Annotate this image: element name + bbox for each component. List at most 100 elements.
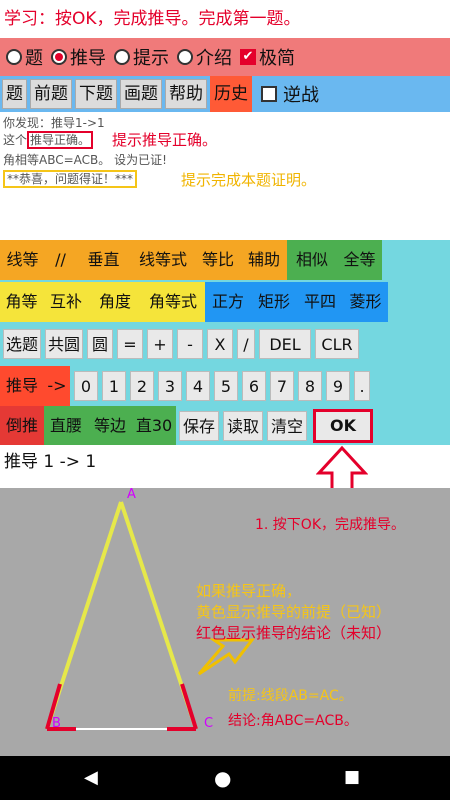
keypad: 线等 // 垂直 线等式 等比 辅助 相似 全等 角等 互补 角度 角等式 正方… (0, 240, 450, 446)
key-concyclic[interactable]: 共圆 (45, 329, 83, 359)
mode-problem[interactable]: 题 (6, 44, 43, 70)
derivation-status: 推导 1 -> 1 (0, 445, 450, 488)
help-button[interactable]: 帮助 (165, 79, 207, 109)
explain-annotation: 黄色显示推导的前提（已知） (196, 603, 392, 621)
key-circle[interactable]: 圆 (87, 329, 113, 359)
key-angle-equation[interactable]: 角等式 (141, 282, 205, 322)
key-digit-3[interactable]: 3 (158, 371, 182, 401)
key-rectangle[interactable]: 矩形 (251, 282, 297, 322)
key-delete[interactable]: DEL (259, 329, 311, 359)
key-angle-measure[interactable]: 角度 (89, 282, 141, 322)
history-button[interactable]: 历史 (210, 76, 252, 112)
key-select-problem[interactable]: 选题 (3, 329, 41, 359)
key-rhombus[interactable]: 菱形 (343, 282, 388, 322)
derivation-correct-box: 推导正确。 (27, 131, 94, 149)
key-digit-4[interactable]: 4 (186, 371, 210, 401)
reverse-toggle[interactable]: 逆战 (261, 81, 319, 107)
key-line-equal[interactable]: 线等 (0, 240, 45, 280)
mode-label: 推导 (70, 48, 106, 69)
conclusion-annotation: 结论:角ABC=ACB。 (228, 713, 358, 729)
vertex-label-c: C (204, 716, 214, 731)
key-arrow[interactable]: -> (44, 366, 70, 406)
hint-correct-annotation: 提示推导正确。 (112, 131, 218, 149)
key-angle-equal[interactable]: 角等 (0, 282, 43, 322)
keypad-row-angles: 角等 互补 角度 角等式 正方 矩形 平四 菱形 (0, 282, 388, 322)
mode-label: 介绍 (196, 48, 232, 69)
mode-label: 题 (25, 48, 43, 69)
key-plus[interactable]: + (147, 329, 173, 359)
key-load[interactable]: 读取 (223, 411, 263, 441)
key-backward[interactable]: 倒推 (0, 406, 44, 446)
key-square[interactable]: 正方 (205, 282, 251, 322)
radio-off-icon[interactable] (114, 49, 130, 65)
key-save[interactable]: 保存 (179, 411, 219, 441)
key-digit-8[interactable]: 8 (298, 371, 322, 401)
mode-intro[interactable]: 介绍 (177, 44, 232, 70)
key-digit-2[interactable]: 2 (130, 371, 154, 401)
mode-derive[interactable]: 推导 (51, 44, 106, 70)
explain-annotation: 红色显示推导的结论（未知） (196, 624, 392, 642)
key-multiply[interactable]: X (207, 329, 233, 359)
key-auxiliary[interactable]: 辅助 (241, 240, 287, 280)
checkbox-unchecked-icon[interactable] (261, 86, 277, 102)
radio-off-icon[interactable] (6, 49, 22, 65)
key-parallelogram[interactable]: 平四 (297, 282, 343, 322)
draw-problem-button[interactable]: 画题 (120, 79, 162, 109)
key-equilateral[interactable]: 等边 (88, 406, 132, 446)
key-parallel[interactable]: // (45, 240, 76, 280)
previous-problem-button[interactable]: 前题 (30, 79, 72, 109)
key-divide[interactable]: / (237, 329, 255, 359)
geometry-canvas[interactable]: A B C 1. 按下OK，完成推导。 如果推导正确， 黄色显示推导的前提（已知… (0, 487, 450, 756)
next-problem-button[interactable]: 下题 (75, 79, 117, 109)
keypad-row-lines: 线等 // 垂直 线等式 等比 辅助 相似 全等 (0, 240, 382, 280)
key-digit-7[interactable]: 7 (270, 371, 294, 401)
system-nav-bar: ◀ ● ■ (0, 756, 450, 800)
radio-off-icon[interactable] (177, 49, 193, 65)
keypad-row-operators: 选题 共圆 圆 = + - X / DEL CLR (0, 324, 363, 364)
key-digit-5[interactable]: 5 (214, 371, 238, 401)
back-icon[interactable]: ◀ (84, 767, 98, 788)
key-right-isosceles[interactable]: 直腰 (44, 406, 88, 446)
hint-done-annotation: 提示完成本题证明。 (181, 171, 317, 189)
key-similar[interactable]: 相似 (287, 240, 337, 280)
problem-button[interactable]: 题 (2, 79, 27, 109)
proof-complete-box: **恭喜，问题得证！*** (3, 170, 138, 188)
menu-bar: 题 前题 下题 画题 帮助 历史 逆战 (0, 76, 450, 112)
key-digit-9[interactable]: 9 (326, 371, 350, 401)
key-digit-6[interactable]: 6 (242, 371, 266, 401)
mode-bar: 题 推导 提示 介绍 ✔ 极简 (0, 38, 450, 76)
key-ratio[interactable]: 等比 (195, 240, 241, 280)
message-line: 角相等ABC=ACB。 设为已证! (3, 153, 167, 167)
ok-button[interactable]: OK (313, 409, 373, 443)
key-decimal[interactable]: . (354, 371, 370, 401)
key-right-30[interactable]: 直30 (132, 406, 176, 446)
press-ok-annotation: 1. 按下OK，完成推导。 (255, 517, 406, 533)
premise-annotation: 前提:线段AB=AC。 (228, 688, 353, 704)
mode-label: 极简 (259, 48, 295, 69)
key-clear[interactable]: CLR (315, 329, 359, 359)
checkbox-checked-icon[interactable]: ✔ (240, 49, 256, 65)
home-icon[interactable]: ● (214, 766, 231, 790)
key-perpendicular[interactable]: 垂直 (76, 240, 131, 280)
reverse-label: 逆战 (283, 85, 319, 106)
explain-annotation: 如果推导正确， (196, 582, 302, 600)
mode-minimal[interactable]: ✔ 极简 (240, 44, 295, 70)
key-line-equation[interactable]: 线等式 (131, 240, 195, 280)
message-prefix: 这个 (3, 133, 28, 147)
key-clear-all[interactable]: 清空 (267, 411, 307, 441)
key-derive[interactable]: 推导 (0, 366, 44, 406)
keypad-row-actions: 倒推 直腰 等边 直30 保存 读取 清空 OK (0, 406, 377, 446)
message-line: **恭喜，问题得证！*** (3, 170, 138, 188)
message-line: 你发现：推导1->1 (3, 116, 105, 130)
radio-on-icon[interactable] (51, 49, 67, 65)
key-digit-0[interactable]: 0 (74, 371, 98, 401)
key-congruent[interactable]: 全等 (337, 240, 382, 280)
vertex-label-b: B (52, 716, 61, 731)
key-digit-1[interactable]: 1 (102, 371, 126, 401)
vertex-label-a: A (127, 487, 136, 502)
key-equals[interactable]: = (117, 329, 143, 359)
mode-hint[interactable]: 提示 (114, 44, 169, 70)
key-minus[interactable]: - (177, 329, 203, 359)
key-supplementary[interactable]: 互补 (43, 282, 89, 322)
recent-apps-icon[interactable]: ■ (344, 767, 360, 787)
